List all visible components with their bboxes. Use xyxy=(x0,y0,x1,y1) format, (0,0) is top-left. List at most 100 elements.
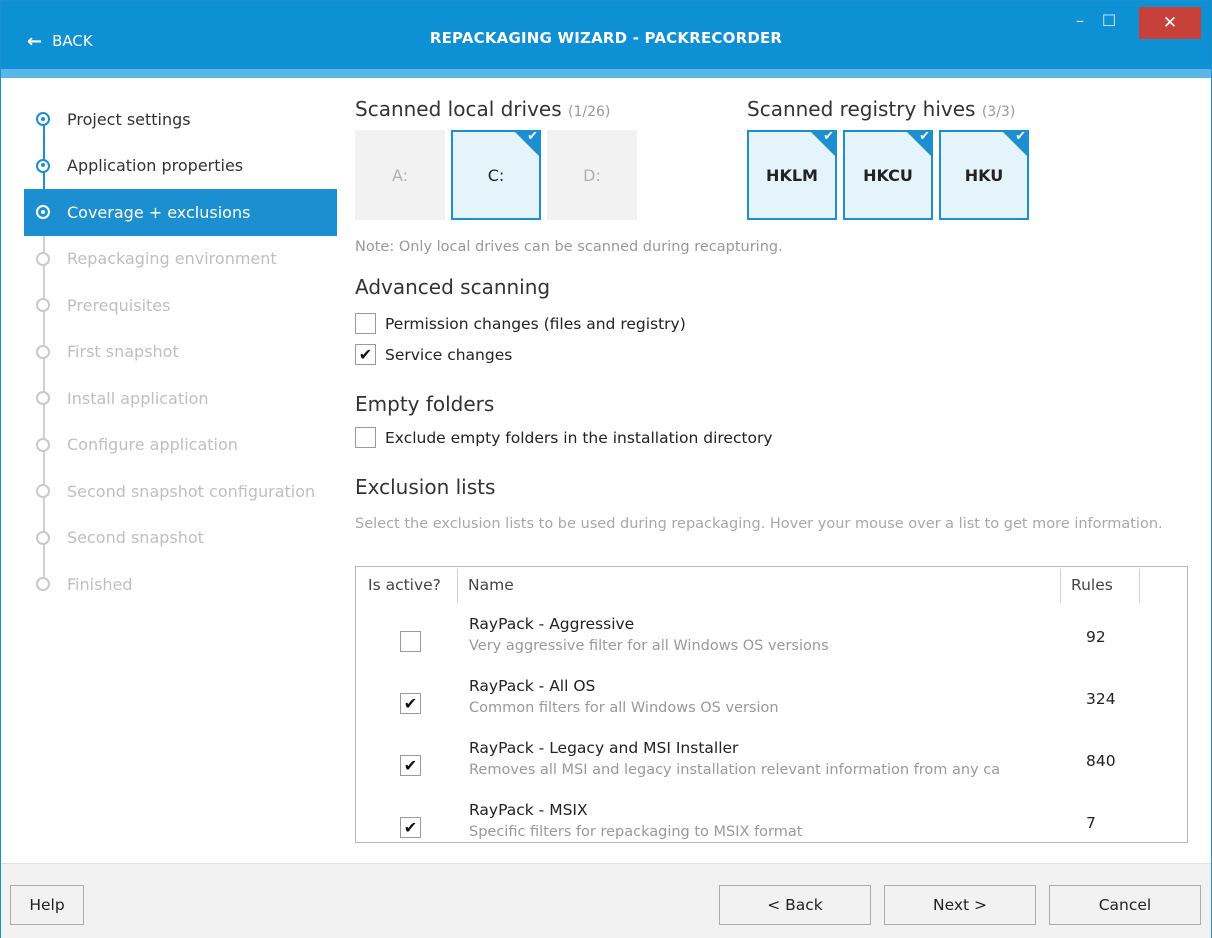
close-button[interactable]: ✕ xyxy=(1139,7,1201,39)
close-icon: ✕ xyxy=(1162,13,1178,33)
column-separator xyxy=(1139,569,1140,603)
drives-note: Note: Only local drives can be scanned d… xyxy=(355,239,783,255)
drives-heading-text: Scanned local drives xyxy=(355,97,562,121)
row-rules: 7 xyxy=(1086,814,1096,832)
column-rules[interactable]: Rules xyxy=(1071,567,1113,603)
row-active-checkbox[interactable]: ✔ xyxy=(400,817,421,838)
row-name: RayPack - All OS xyxy=(469,677,596,695)
table-row[interactable]: ✔ RayPack - MSIX Specific filters for re… xyxy=(356,789,1187,842)
empty-folders-heading: Empty folders xyxy=(355,392,495,416)
exclusion-lists-table: Is active? Name Rules RayPack - Aggressi… xyxy=(355,566,1188,843)
step-coverage-exclusions[interactable]: Coverage + exclusions xyxy=(24,189,337,236)
window-title: REPACKAGING WIZARD - PACKRECORDER xyxy=(429,29,783,47)
hive-label: HKU xyxy=(964,165,1004,185)
step-pending-icon xyxy=(36,577,50,592)
check-icon: ✔ xyxy=(823,129,834,144)
maximize-button[interactable]: ☐ xyxy=(1094,7,1124,33)
step-pending-icon xyxy=(36,437,50,452)
row-active-checkbox[interactable]: ✔ xyxy=(400,693,421,714)
step-active-icon xyxy=(36,205,50,220)
row-name: RayPack - MSIX xyxy=(469,801,588,819)
drive-tile-c[interactable]: ✔ C: xyxy=(451,129,541,220)
step-finished: Finished xyxy=(24,561,337,608)
step-pending-icon xyxy=(36,298,50,313)
hive-label: HKLM xyxy=(766,165,818,185)
step-label: Finished xyxy=(67,574,133,594)
hive-label: HKCU xyxy=(863,165,913,185)
permission-changes-option[interactable]: Permission changes (files and registry) xyxy=(355,313,686,334)
drive-label: A: xyxy=(391,165,409,185)
step-pending-icon xyxy=(36,530,50,545)
check-icon: ✔ xyxy=(1015,129,1026,144)
hives-heading: Scanned registry hives (3/3) xyxy=(747,97,1015,121)
hive-tile-hklm[interactable]: ✔ HKLM xyxy=(747,129,837,220)
column-separator xyxy=(457,569,458,603)
step-label: Prerequisites xyxy=(67,295,171,315)
step-pending-icon xyxy=(36,391,50,406)
step-pending-icon xyxy=(36,344,50,359)
drive-tile-d[interactable]: D: xyxy=(547,130,637,220)
wizard-steps: Project settings Application properties … xyxy=(24,96,337,608)
row-active-checkbox[interactable]: ✔ xyxy=(400,755,421,776)
help-button[interactable]: Help xyxy=(10,885,84,925)
next-button[interactable]: Next > xyxy=(884,885,1036,925)
step-project-settings[interactable]: Project settings xyxy=(24,96,337,143)
table-header: Is active? Name Rules xyxy=(356,567,1187,603)
row-rules: 840 xyxy=(1086,752,1116,770)
column-is-active[interactable]: Is active? xyxy=(368,567,441,603)
hive-tile-hku[interactable]: ✔ HKU xyxy=(939,129,1029,220)
step-label: Application properties xyxy=(67,156,244,176)
back-button[interactable]: < Back xyxy=(719,885,871,925)
permission-changes-label: Permission changes (files and registry) xyxy=(385,314,686,333)
step-label: Install application xyxy=(67,388,209,408)
step-label: Second snapshot configuration xyxy=(67,481,316,501)
step-repackaging-environment: Repackaging environment xyxy=(24,236,337,283)
row-description: Removes all MSI and legacy installation … xyxy=(469,762,1001,778)
service-changes-checkbox[interactable]: ✔ xyxy=(355,344,376,365)
row-name: RayPack - Aggressive xyxy=(469,615,635,633)
exclusion-lists-heading: Exclusion lists xyxy=(355,475,496,499)
drives-heading: Scanned local drives (1/26) xyxy=(355,97,610,121)
table-row[interactable]: ✔ RayPack - All OS Common filters for al… xyxy=(356,665,1187,727)
title-bar-stripe xyxy=(1,69,1211,78)
exclude-empty-folders-label: Exclude empty folders in the installatio… xyxy=(385,428,773,447)
step-label: Coverage + exclusions xyxy=(67,202,251,222)
check-icon: ✔ xyxy=(919,129,930,144)
row-active-checkbox[interactable] xyxy=(400,631,421,652)
service-changes-label: Service changes xyxy=(385,345,513,364)
step-install-application: Install application xyxy=(24,375,337,422)
drive-tile-a[interactable]: A: xyxy=(355,130,445,220)
hives-heading-text: Scanned registry hives xyxy=(747,97,976,121)
step-pending-icon xyxy=(36,251,50,266)
hive-tile-hkcu[interactable]: ✔ HKCU xyxy=(843,129,933,220)
service-changes-option[interactable]: ✔ Service changes xyxy=(355,344,512,365)
exclude-empty-folders-checkbox[interactable] xyxy=(355,427,376,448)
drives-count: (1/26) xyxy=(568,104,611,120)
step-pending-icon xyxy=(36,484,50,499)
check-icon: ✔ xyxy=(527,129,538,144)
step-second-snapshot-configuration: Second snapshot configuration xyxy=(24,468,337,515)
row-description: Specific filters for repackaging to MSIX… xyxy=(469,824,803,840)
step-label: First snapshot xyxy=(67,342,179,362)
row-rules: 324 xyxy=(1086,690,1116,708)
exclude-empty-folders-option[interactable]: Exclude empty folders in the installatio… xyxy=(355,427,773,448)
column-separator xyxy=(1060,569,1061,603)
table-row[interactable]: RayPack - Aggressive Very aggressive fil… xyxy=(356,603,1187,665)
table-row[interactable]: ✔ RayPack - Legacy and MSI Installer Rem… xyxy=(356,727,1187,789)
step-label: Second snapshot xyxy=(67,528,204,548)
column-name[interactable]: Name xyxy=(468,567,514,603)
permission-changes-checkbox[interactable] xyxy=(355,313,376,334)
step-label: Project settings xyxy=(67,109,191,129)
hives-count: (3/3) xyxy=(981,104,1016,120)
step-prerequisites: Prerequisites xyxy=(24,282,337,329)
exclusion-lists-description: Select the exclusion lists to be used du… xyxy=(355,516,1163,532)
step-second-snapshot: Second snapshot xyxy=(24,515,337,562)
minimize-button[interactable]: – xyxy=(1065,7,1095,33)
step-done-icon xyxy=(36,158,50,173)
step-configure-application: Configure application xyxy=(24,422,337,469)
cancel-button[interactable]: Cancel xyxy=(1049,885,1201,925)
step-done-icon xyxy=(36,112,50,127)
title-bar: ← BACK REPACKAGING WIZARD - PACKRECORDER… xyxy=(1,1,1211,69)
step-application-properties[interactable]: Application properties xyxy=(24,143,337,190)
step-first-snapshot: First snapshot xyxy=(24,329,337,376)
